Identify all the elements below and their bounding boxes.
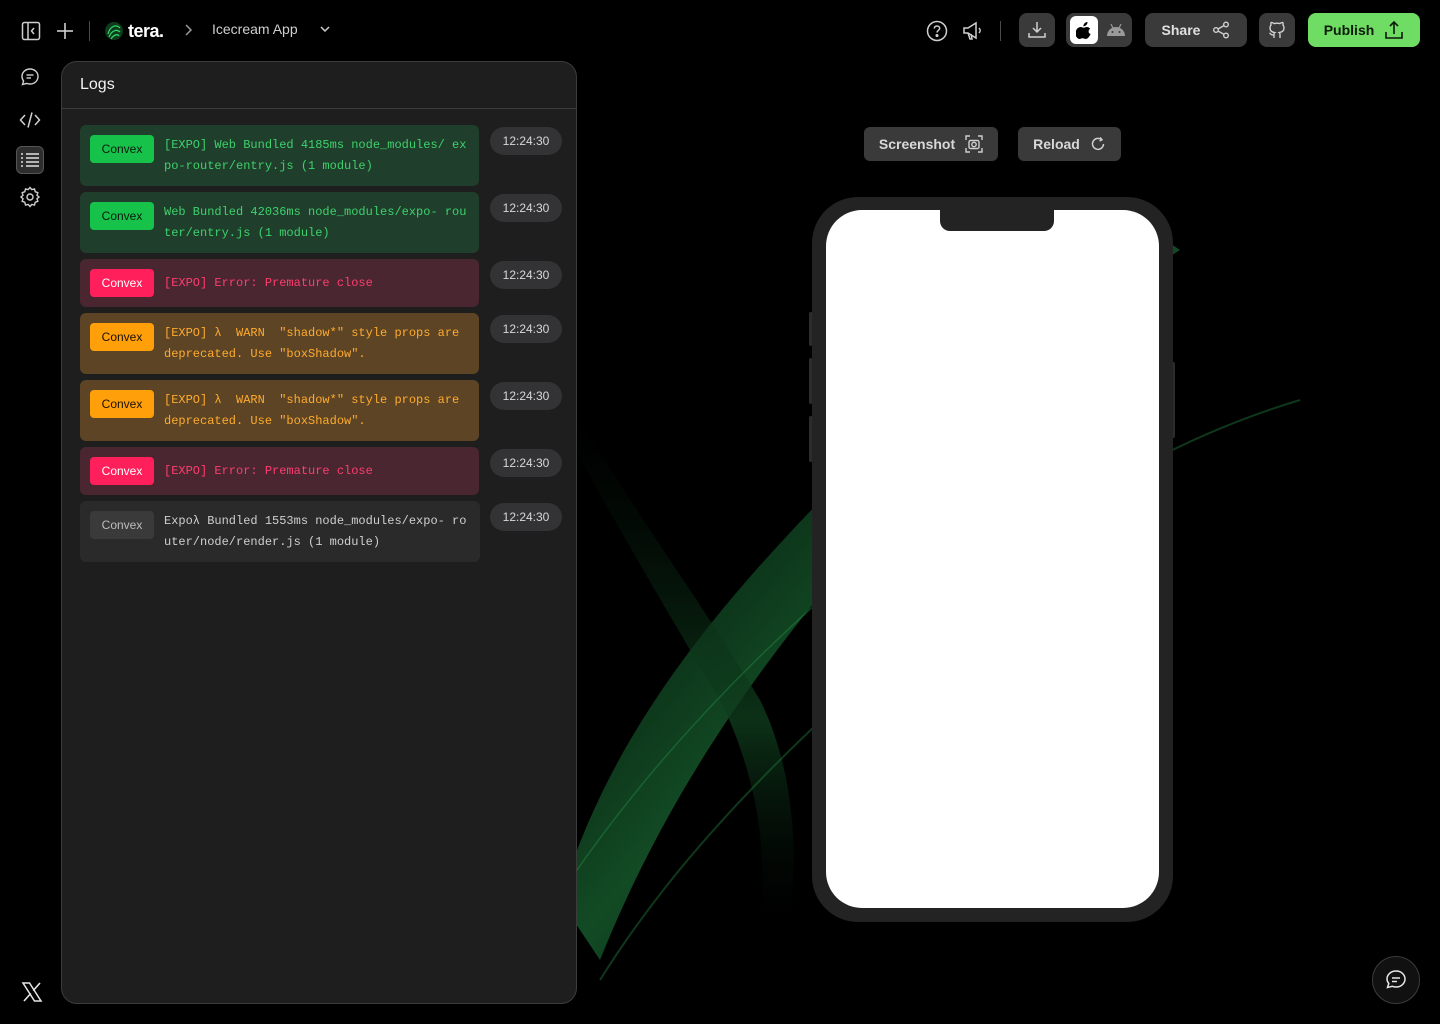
github-button[interactable] [1259, 13, 1295, 47]
log-card: Convex [EXPO] λ WARN "shadow*" style pro… [80, 380, 479, 441]
chevron-down-icon[interactable] [318, 22, 332, 41]
log-source-badge: Convex [90, 323, 154, 351]
list-icon[interactable] [16, 146, 44, 174]
download-button[interactable] [1019, 13, 1055, 47]
log-message: [EXPO] Web Bundled 4185ms node_modules/ … [164, 138, 467, 173]
log-card: Convex [EXPO] Web Bundled 4185ms node_mo… [80, 125, 479, 186]
publish-button[interactable]: Publish [1308, 13, 1420, 47]
brand-name: tera. [128, 20, 164, 41]
log-source-badge: Convex [90, 390, 154, 418]
log-list: Convex [EXPO] Web Bundled 4185ms node_mo… [80, 125, 562, 568]
app-preview-screen[interactable] [826, 210, 1159, 908]
screenshot-button[interactable]: Screenshot [864, 127, 998, 161]
share-icon [1213, 21, 1230, 39]
log-card: Convex [EXPO] Error: Premature close [80, 447, 479, 495]
phone-frame [812, 197, 1173, 922]
log-timestamp: 12:24:30 [490, 127, 562, 155]
log-card: Convex Web Bundled 42036ms node_modules/… [80, 192, 479, 253]
log-message: [EXPO] Error: Premature close [164, 276, 373, 290]
github-icon [1269, 21, 1285, 38]
logs-header: Logs [62, 62, 576, 109]
phone-notch [940, 210, 1054, 231]
top-bar: tera. Icecream App Share Publish [0, 0, 1440, 62]
log-message: Expoλ Bundled 1553ms node_modules/expo- … [164, 514, 467, 549]
log-message: [EXPO] Error: Premature close [164, 464, 373, 478]
log-message: [EXPO] λ WARN "shadow*" style props are … [164, 393, 467, 428]
plus-icon[interactable] [54, 20, 76, 42]
log-entry: Convex Expoλ Bundled 1553ms node_modules… [80, 501, 562, 562]
breadcrumb-chevron-icon [182, 22, 194, 43]
help-icon[interactable] [925, 19, 949, 43]
gear-icon[interactable] [17, 184, 43, 210]
apple-icon [1076, 22, 1091, 39]
log-timestamp: 12:24:30 [490, 449, 562, 477]
log-timestamp: 12:24:30 [490, 315, 562, 343]
reload-button[interactable]: Reload [1018, 127, 1121, 161]
log-timestamp: 12:24:30 [490, 194, 562, 222]
project-name[interactable]: Icecream App [212, 21, 298, 37]
reload-icon [1091, 137, 1105, 151]
android-icon [1107, 23, 1125, 36]
log-card: Convex [EXPO] Error: Premature close [80, 259, 479, 307]
log-timestamp: 12:24:30 [490, 382, 562, 410]
tera-logo-icon [105, 22, 123, 40]
sidebar-toggle-icon[interactable] [20, 20, 42, 42]
log-entry: Convex [EXPO] Web Bundled 4185ms node_mo… [80, 125, 562, 186]
log-source-badge: Convex [90, 269, 154, 297]
log-message: [EXPO] λ WARN "shadow*" style props are … [164, 326, 467, 361]
log-source-badge: Convex [90, 202, 154, 230]
log-source-badge: Convex [90, 135, 154, 163]
log-entry: Convex [EXPO] λ WARN "shadow*" style pro… [80, 313, 562, 374]
log-card: Convex [EXPO] λ WARN "shadow*" style pro… [80, 313, 479, 374]
share-button[interactable]: Share [1145, 13, 1247, 47]
download-icon [1028, 22, 1046, 38]
divider [1000, 21, 1001, 41]
reload-button-label: Reload [1033, 136, 1080, 152]
code-icon[interactable] [17, 107, 43, 133]
log-card: Convex Expoλ Bundled 1553ms node_modules… [80, 501, 480, 562]
x-logo-icon[interactable] [21, 981, 43, 1003]
log-entry: Convex Web Bundled 42036ms node_modules/… [80, 192, 562, 253]
log-timestamp: 12:24:30 [490, 503, 562, 531]
screenshot-button-label: Screenshot [878, 136, 956, 152]
share-button-label: Share [1161, 22, 1201, 38]
platform-android-button[interactable] [1102, 16, 1130, 44]
log-entry: Convex [EXPO] λ WARN "shadow*" style pro… [80, 380, 562, 441]
log-entry: Convex [EXPO] Error: Premature close 12:… [80, 447, 562, 495]
divider [89, 21, 90, 41]
platform-ios-button[interactable] [1070, 16, 1098, 44]
log-entry: Convex [EXPO] Error: Premature close 12:… [80, 259, 562, 307]
chat-bubble-icon [1386, 970, 1406, 989]
upload-icon [1385, 20, 1404, 39]
log-timestamp: 12:24:30 [490, 261, 562, 289]
megaphone-icon[interactable] [961, 19, 985, 43]
log-source-badge: Convex [90, 511, 154, 539]
support-chat-button[interactable] [1372, 956, 1420, 1004]
publish-button-label: Publish [1323, 22, 1375, 38]
logs-panel: Logs Convex [EXPO] Web Bundled 4185ms no… [61, 61, 577, 1004]
logs-title: Logs [80, 76, 115, 93]
platform-toggle[interactable] [1066, 13, 1132, 47]
log-source-badge: Convex [90, 457, 154, 485]
chat-icon[interactable] [17, 64, 43, 90]
camera-icon [965, 135, 983, 153]
brand-logo[interactable]: tera. [104, 18, 164, 44]
log-message: Web Bundled 42036ms node_modules/expo- r… [164, 205, 467, 240]
